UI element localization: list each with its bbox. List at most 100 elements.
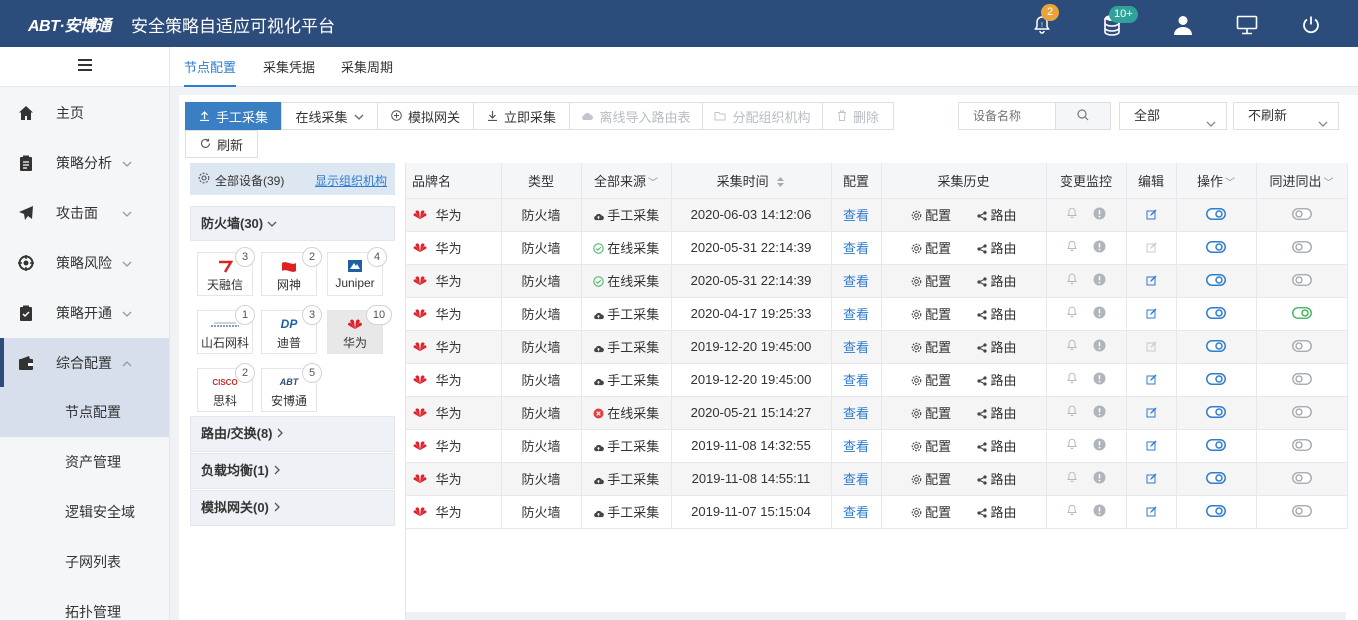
table-row[interactable]: 华为 防火墙 手工采集 2019-11-07 15:15:04 查看 配置 路由 — [406, 495, 1348, 529]
refresh-button[interactable]: 刷新 — [185, 130, 258, 158]
sync-toggle[interactable] — [1291, 306, 1312, 322]
ops-toggle[interactable] — [1206, 504, 1226, 520]
ops-toggle[interactable] — [1206, 471, 1226, 487]
info-icon[interactable] — [1093, 471, 1106, 487]
bell-icon[interactable] — [1066, 273, 1078, 288]
group-sim-gateway[interactable]: 模拟网关(0) — [190, 490, 395, 526]
info-icon[interactable] — [1093, 339, 1106, 355]
sync-toggle[interactable] — [1291, 273, 1312, 289]
menu-toggle-button[interactable] — [0, 47, 169, 87]
info-icon[interactable] — [1093, 306, 1106, 322]
search-button[interactable] — [1055, 102, 1111, 130]
tab-credentials[interactable]: 采集凭据 — [263, 47, 315, 87]
group-firewall[interactable]: 防火墙(30) — [190, 206, 395, 241]
history-config-button[interactable]: 配置 — [911, 472, 951, 487]
table-row[interactable]: 华为 防火墙 手工采集 2020-06-03 14:12:06 查看 配置 路由 — [406, 198, 1348, 232]
history-config-button[interactable]: 配置 — [911, 208, 951, 223]
history-route-button[interactable]: 路由 — [977, 472, 1016, 487]
view-config-link[interactable]: 查看 — [843, 505, 869, 520]
sync-toggle[interactable] — [1291, 372, 1312, 388]
view-config-link[interactable]: 查看 — [843, 241, 869, 256]
info-icon[interactable] — [1093, 207, 1106, 223]
history-route-button[interactable]: 路由 — [977, 307, 1016, 322]
show-org-link[interactable]: 显示组织机构 — [315, 172, 387, 189]
bell-icon[interactable] — [1066, 240, 1078, 255]
ops-toggle[interactable] — [1206, 306, 1226, 322]
sidebar-item-home[interactable]: 主页 — [0, 88, 169, 138]
tab-node-config[interactable]: 节点配置 — [184, 47, 237, 87]
view-config-link[interactable]: 查看 — [843, 406, 869, 421]
col-sync[interactable]: 同进同出 ﹀ — [1256, 163, 1348, 199]
ops-toggle[interactable] — [1206, 273, 1226, 289]
history-config-button[interactable]: 配置 — [911, 340, 951, 355]
bell-icon[interactable] — [1066, 372, 1078, 387]
view-config-link[interactable]: 查看 — [843, 274, 869, 289]
user-icon[interactable] — [1171, 13, 1195, 37]
horizontal-scrollbar[interactable] — [406, 612, 1346, 620]
sidebar-item-general-config[interactable]: 综合配置 — [0, 338, 169, 388]
delete-button[interactable]: 删除 — [822, 102, 894, 130]
edit-icon[interactable] — [1146, 274, 1157, 289]
bell-icon[interactable] — [1066, 339, 1078, 354]
ops-toggle[interactable] — [1206, 339, 1226, 355]
history-route-button[interactable]: 路由 — [977, 274, 1016, 289]
sync-toggle[interactable] — [1291, 438, 1312, 454]
sidebar-subitem-subnet-list[interactable]: 子网列表 — [0, 537, 169, 587]
history-route-button[interactable]: 路由 — [977, 241, 1016, 256]
power-icon[interactable] — [1299, 13, 1323, 37]
col-source[interactable]: 全部来源 ﹀ — [581, 163, 672, 199]
edit-icon[interactable] — [1146, 307, 1157, 322]
bell-icon[interactable] — [1066, 471, 1078, 486]
history-config-button[interactable]: 配置 — [911, 241, 951, 256]
table-row[interactable]: 华为 防火墙 手工采集 2020-04-17 19:25:33 查看 配置 路由 — [406, 297, 1348, 331]
all-devices-label[interactable]: 全部设备(39) — [215, 172, 284, 189]
online-collect-dropdown[interactable]: 在线采集 — [281, 102, 378, 130]
device-search-input[interactable] — [958, 102, 1056, 130]
filter-select[interactable]: 全部 — [1119, 102, 1227, 130]
history-route-button[interactable]: 路由 — [977, 373, 1016, 388]
edit-icon[interactable] — [1146, 505, 1157, 520]
history-route-button[interactable]: 路由 — [977, 439, 1016, 454]
history-config-button[interactable]: 配置 — [911, 439, 951, 454]
info-icon[interactable] — [1093, 405, 1106, 421]
ops-toggle[interactable] — [1206, 405, 1226, 421]
history-route-button[interactable]: 路由 — [977, 340, 1016, 355]
edit-icon[interactable] — [1146, 406, 1157, 421]
history-config-button[interactable]: 配置 — [911, 505, 951, 520]
sync-toggle[interactable] — [1291, 471, 1312, 487]
sim-gateway-button[interactable]: 模拟网关 — [377, 102, 474, 130]
edit-icon[interactable] — [1146, 472, 1157, 487]
table-row[interactable]: 华为 防火墙 手工采集 2019-12-20 19:45:00 查看 配置 路由 — [406, 330, 1348, 364]
sidebar-subitem-asset-mgmt[interactable]: 资产管理 — [0, 437, 169, 487]
sidebar-item-policy-risk[interactable]: 策略风险 — [0, 238, 169, 288]
info-icon[interactable] — [1093, 273, 1106, 289]
info-icon[interactable] — [1093, 504, 1106, 520]
group-load-balance[interactable]: 负载均衡(1) — [190, 453, 395, 489]
bell-icon[interactable] — [1066, 504, 1078, 519]
manual-collect-button[interactable]: 手工采集 — [185, 102, 282, 130]
collect-now-button[interactable]: 立即采集 — [473, 102, 570, 130]
view-config-link[interactable]: 查看 — [843, 472, 869, 487]
sidebar-subitem-node-config[interactable]: 节点配置 — [0, 387, 169, 437]
view-config-link[interactable]: 查看 — [843, 340, 869, 355]
table-row[interactable]: 华为 防火墙 手工采集 2019-11-08 14:32:55 查看 配置 路由 — [406, 429, 1348, 463]
info-icon[interactable] — [1093, 240, 1106, 256]
edit-icon[interactable] — [1146, 208, 1157, 223]
col-time[interactable]: 采集时间 — [671, 163, 832, 199]
history-route-button[interactable]: 路由 — [977, 208, 1016, 223]
sidebar-item-attack-surface[interactable]: 攻击面 — [0, 188, 169, 238]
info-icon[interactable] — [1093, 438, 1106, 454]
monitor-icon[interactable] — [1235, 13, 1259, 37]
ops-toggle[interactable] — [1206, 372, 1226, 388]
table-row[interactable]: 华为 防火墙 在线采集 2020-05-31 22:14:39 查看 配置 路由 — [406, 264, 1348, 298]
bell-icon[interactable] — [1066, 207, 1078, 222]
info-icon[interactable] — [1093, 372, 1106, 388]
bell-icon[interactable] — [1066, 405, 1078, 420]
ops-toggle[interactable] — [1206, 207, 1226, 223]
table-row[interactable]: 华为 防火墙 手工采集 2019-11-08 14:55:11 查看 配置 路由 — [406, 462, 1348, 496]
sync-toggle[interactable] — [1291, 339, 1312, 355]
history-config-button[interactable]: 配置 — [911, 373, 951, 388]
table-row[interactable]: 华为 防火墙 手工采集 2019-12-20 19:45:00 查看 配置 路由 — [406, 363, 1348, 397]
bell-icon[interactable] — [1066, 306, 1078, 321]
edit-icon[interactable] — [1146, 373, 1157, 388]
